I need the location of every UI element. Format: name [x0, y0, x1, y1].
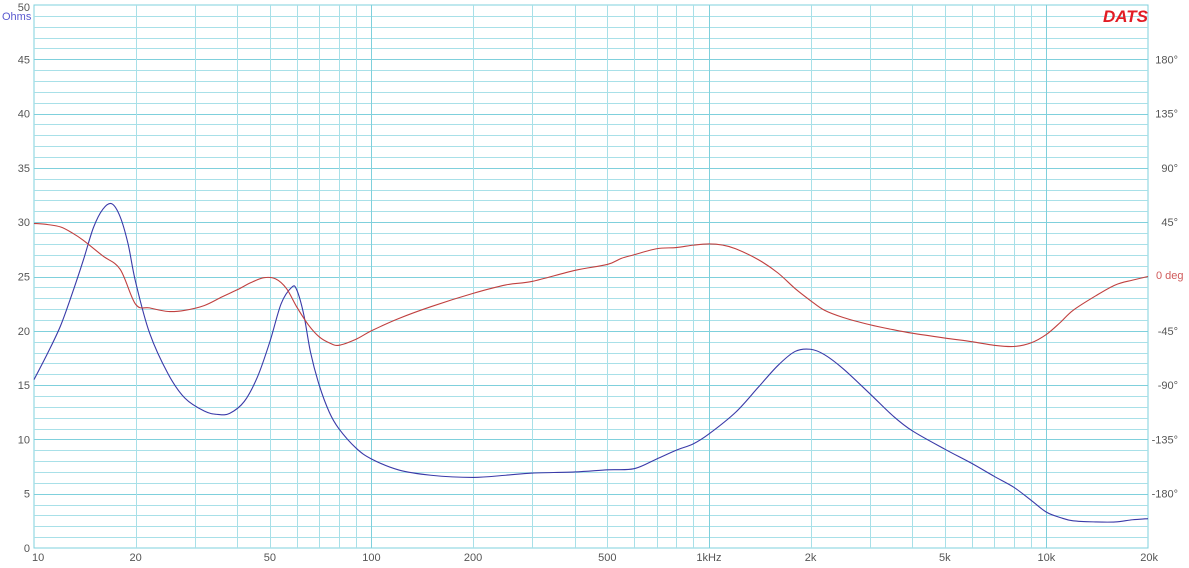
- x-tick-label: 2k: [805, 552, 817, 564]
- y-right-tick-label: -90°: [1158, 380, 1178, 392]
- y-right-tick-label: 135°: [1155, 109, 1178, 121]
- y-right-tick-label: -135°: [1152, 434, 1178, 446]
- plot-frame: [33, 4, 1149, 549]
- x-tick-label: 500: [598, 552, 616, 564]
- x-tick-label: 1kHz: [696, 552, 721, 564]
- y-left-tick-label: 5: [24, 489, 30, 501]
- y-left-tick-label: 0: [24, 543, 30, 555]
- x-tick-label: 10k: [1038, 552, 1056, 564]
- x-tick-label: 20k: [1140, 552, 1158, 564]
- y-left-tick-label: 40: [18, 109, 30, 121]
- y-right-tick-label: 180°: [1155, 54, 1178, 66]
- y-right-tick-label: -45°: [1158, 326, 1178, 338]
- y-left-tick-label: 15: [18, 380, 30, 392]
- y-left-tick-label: 30: [18, 217, 30, 229]
- y-left-tick-label: 45: [18, 54, 30, 66]
- y-right-tick-label: 90°: [1161, 163, 1178, 175]
- y-right-tick-label: -180°: [1152, 489, 1178, 501]
- left-axis-unit: Ohms: [2, 11, 32, 23]
- y-left-tick-label: 10: [18, 434, 30, 446]
- y-left-tick-label: 20: [18, 326, 30, 338]
- x-tick-label: 20: [129, 552, 141, 564]
- y-left-tick-label: 35: [18, 163, 30, 175]
- y-right-tick-label: 45°: [1161, 217, 1178, 229]
- grid: [33, 4, 1149, 549]
- impedance-phase-chart: 10 20 50 100 200 500 1kHz 2k 5k 10k 20k 0 5 10 15 20 25 3…: [0, 0, 1189, 568]
- x-tick-label: 100: [362, 552, 380, 564]
- brand-logo: DATS: [1103, 7, 1149, 26]
- x-tick-label: 200: [464, 552, 482, 564]
- right-axis-unit: 0 deg: [1156, 270, 1184, 282]
- x-tick-label: 50: [264, 552, 276, 564]
- chart-canvas: 10 20 50 100 200 500 1kHz 2k 5k 10k 20k 0 5 10 15 20 25 3…: [2, 2, 1184, 564]
- x-tick-label: 10: [32, 552, 44, 564]
- x-tick-label: 5k: [939, 552, 951, 564]
- y-left-tick-label: 25: [18, 272, 30, 284]
